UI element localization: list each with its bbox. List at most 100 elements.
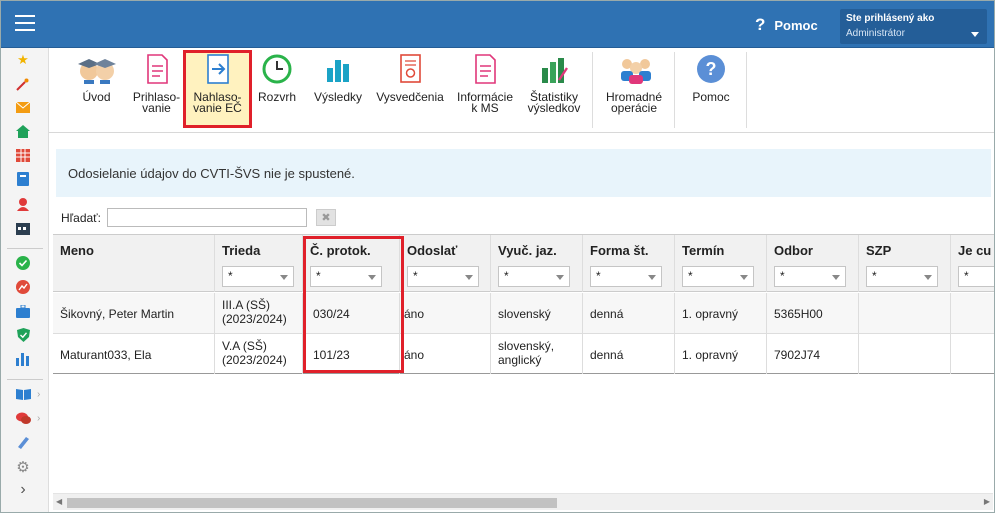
chevron-right-icon[interactable]: › (15, 481, 31, 498)
clear-search-button[interactable]: ✖ (316, 209, 337, 226)
filter-select[interactable]: * (774, 266, 846, 287)
magic-wand-icon[interactable] (15, 76, 31, 92)
scrollbar-thumb[interactable] (67, 498, 557, 508)
planner-icon[interactable] (15, 220, 31, 236)
cell-meno: Maturant033, Ela (53, 334, 215, 374)
cell-trieda-class: V.A (SŠ) (222, 339, 267, 353)
cell-vyuc-jaz: slovenský (491, 293, 583, 334)
bar-chart-icon[interactable] (15, 351, 31, 367)
check-circle-icon[interactable] (15, 255, 31, 271)
question-icon: ? (755, 15, 766, 34)
column-title: Trieda (222, 243, 261, 258)
toolbar-informacie-ms[interactable]: Informácie k MS (453, 54, 517, 114)
toolbar-divider (592, 52, 593, 128)
filter-select[interactable]: * (407, 266, 479, 287)
toolbar-prihlasovanie[interactable]: Prihlaso- vanie (129, 54, 184, 114)
column-header-odbor[interactable]: Odbor * (767, 235, 859, 292)
cell-szp (859, 293, 951, 334)
hamburger-menu-icon[interactable] (15, 15, 35, 31)
column-header-szp[interactable]: SZP * (859, 235, 951, 292)
column-title: Odoslať (407, 243, 458, 258)
top-bar: ? Pomoc Ste prihlásený ako Administrátor (1, 1, 994, 48)
form-icon (142, 54, 172, 84)
cell-odbor: 5365H00 (767, 293, 859, 334)
table-row[interactable]: Šikovný, Peter Martin III.A (SŠ) (2023/2… (53, 293, 994, 334)
toolbar-label: Úvod (82, 90, 111, 104)
chevron-right-icon[interactable]: › (37, 413, 40, 424)
chat-icon[interactable] (15, 410, 31, 426)
toolbar-label: výsledkov (527, 101, 581, 115)
column-title: SZP (866, 243, 892, 258)
cell-odoslat: áno (400, 334, 491, 374)
column-header-odoslat[interactable]: Odoslať * (400, 235, 491, 292)
chevron-right-icon[interactable]: › (37, 389, 40, 400)
scroll-left-icon[interactable]: ◀ (56, 497, 62, 506)
table-row[interactable]: Maturant033, Ela V.A (SŠ) (2023/2024) 10… (53, 334, 994, 374)
horizontal-scrollbar[interactable]: ◀ ▶ (53, 493, 993, 510)
toolbar-vysledky[interactable]: Výsledky (311, 54, 365, 103)
toolbar-hromadne-operacie[interactable]: Hromadné operácie (602, 54, 666, 114)
toolbar-pomoc[interactable]: ? Pomoc (686, 54, 736, 103)
user-icon[interactable] (15, 196, 31, 212)
pen-icon[interactable] (15, 434, 31, 450)
column-header-meno[interactable]: Meno (53, 235, 215, 292)
shield-icon[interactable] (15, 327, 31, 343)
sidebar-divider (7, 379, 43, 380)
cell-vyuc-jaz: slovenský, anglický (491, 334, 583, 374)
column-header-termin[interactable]: Termín * (675, 235, 767, 292)
cell-trieda-year: (2023/2024) (222, 312, 287, 326)
cell-termin: 1. opravný (675, 334, 767, 374)
toolbar-label: Výsledky (313, 90, 363, 104)
star-icon[interactable]: ★ (15, 52, 31, 68)
column-title: Je cu (958, 243, 992, 258)
search-input[interactable] (107, 208, 308, 227)
column-title: Odbor (774, 243, 813, 258)
filter-select[interactable]: * (222, 266, 294, 287)
group-users-icon (619, 54, 651, 84)
calendar-grid-icon[interactable] (15, 147, 31, 163)
toolbar-label: Vysvedčenia (376, 90, 444, 104)
filter-select[interactable]: * (958, 266, 994, 287)
cell-trieda-class: III.A (SŠ) (222, 298, 271, 312)
gear-icon[interactable]: ⚙ (15, 459, 31, 476)
column-title: Vyuč. jaz. (498, 243, 557, 258)
column-header-trieda[interactable]: Trieda * (215, 235, 303, 292)
students-icon (74, 54, 120, 84)
column-title: Termín (682, 243, 725, 258)
user-name: Administrátor (846, 28, 905, 39)
filter-select[interactable]: * (866, 266, 938, 287)
book-icon[interactable] (15, 171, 31, 187)
toolbar-divider (674, 52, 675, 128)
filter-select[interactable]: * (590, 266, 662, 287)
toolbar-rozvrh[interactable]: Rozvrh (252, 54, 302, 103)
info-banner: Odosielanie údajov do CVTI-ŠVS nie je sp… (56, 149, 991, 197)
cell-je-cu (951, 334, 994, 374)
open-book-icon[interactable] (15, 386, 31, 402)
mail-icon[interactable] (15, 99, 31, 115)
cell-termin: 1. opravný (675, 293, 767, 334)
cell-meno: Šikovný, Peter Martin (53, 293, 215, 334)
help-link[interactable]: ? Pomoc (755, 15, 818, 35)
column-highlight-frame (303, 236, 404, 373)
scroll-right-icon[interactable]: ▶ (984, 497, 990, 506)
chart-circle-icon[interactable] (15, 279, 31, 295)
filter-select[interactable]: * (498, 266, 570, 287)
toolbar-vysvedcenia[interactable]: Vysvedčenia (373, 54, 447, 103)
toolbar-highlight-frame (183, 50, 252, 128)
filter-select[interactable]: * (682, 266, 754, 287)
toolbar-uvod[interactable]: Úvod (69, 54, 124, 103)
document-list-icon (470, 54, 500, 84)
user-menu[interactable]: Ste prihlásený ako Administrátor (840, 9, 987, 44)
briefcase-icon[interactable] (15, 303, 31, 319)
toolbar-label: k MS (471, 101, 499, 115)
column-title: Meno (60, 243, 94, 258)
column-header-je-cu[interactable]: Je cu * (951, 235, 994, 292)
home-icon[interactable] (15, 123, 31, 139)
toolbar-statistiky[interactable]: Štatistiky výsledkov (524, 54, 584, 114)
user-caption: Ste prihlásený ako (846, 13, 935, 24)
cell-vyuc-jaz-line1: slovenský, (498, 339, 555, 353)
column-header-forma[interactable]: Forma št. * (583, 235, 675, 292)
svg-text:?: ? (706, 59, 717, 79)
column-header-vyuc-jaz[interactable]: Vyuč. jaz. * (491, 235, 583, 292)
clock-icon (262, 54, 292, 84)
